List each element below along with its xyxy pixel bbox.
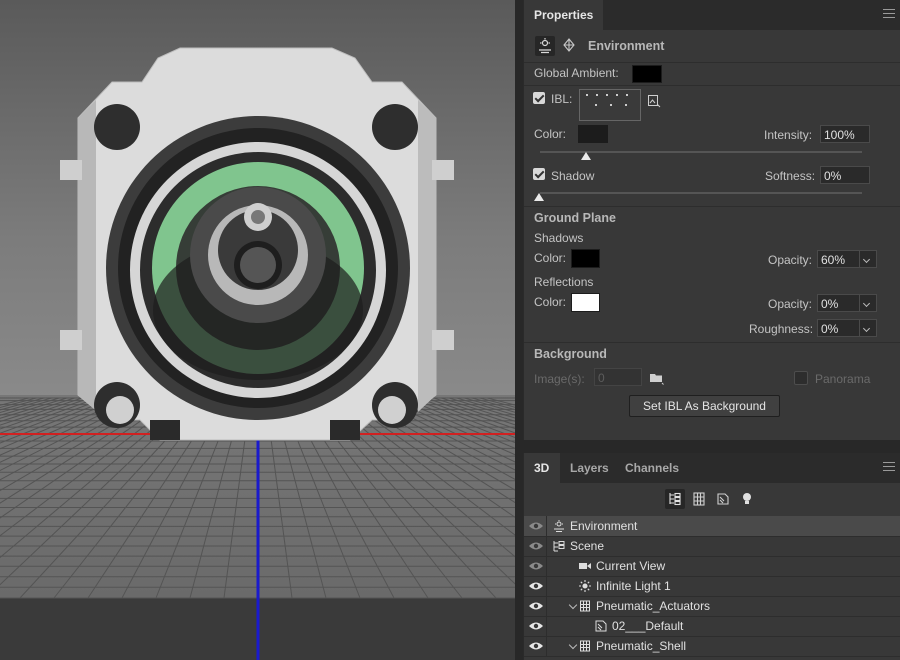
scene-tool-icon[interactable]	[559, 36, 579, 56]
set-ibl-as-background-button[interactable]: Set IBL As Background	[629, 395, 780, 417]
layer-name: Scene	[570, 539, 605, 553]
visibility-eye-icon[interactable]	[527, 636, 545, 656]
visibility-eye-icon[interactable]	[527, 536, 545, 556]
roughness-value: 0%	[821, 322, 839, 336]
ibl-label: IBL:	[551, 92, 573, 106]
panel-divider[interactable]	[515, 0, 523, 660]
panorama-label: Panorama	[815, 372, 871, 386]
pneumatic-actuator-model	[60, 47, 454, 441]
layer-row[interactable]: Scene	[524, 536, 900, 557]
softness-input[interactable]: 0%	[820, 166, 870, 184]
reflections-opacity-value: 0%	[821, 297, 839, 311]
properties-panel: Properties Environment Global Ambient: I…	[523, 0, 900, 440]
chevron-down-icon[interactable]	[859, 320, 876, 336]
shadows-color-swatch[interactable]	[571, 249, 600, 268]
reflections-opacity-combo[interactable]: 0%	[817, 294, 877, 312]
shadow-checkbox[interactable]	[533, 168, 545, 180]
meshes-filter-icon[interactable]	[689, 489, 709, 509]
camera-icon	[578, 559, 592, 573]
global-ambient-swatch[interactable]	[632, 65, 662, 83]
reflections-color-label: Color:	[534, 295, 567, 309]
shadows-color-label: Color:	[534, 251, 567, 265]
intensity-input[interactable]: 100%	[820, 125, 870, 143]
ibl-preview[interactable]	[579, 89, 641, 121]
shadows-opacity-label: Opacity:	[768, 253, 813, 267]
panorama-checkbox[interactable]	[794, 371, 808, 385]
reflections-color-swatch[interactable]	[571, 293, 600, 312]
expand-chevron-icon[interactable]	[568, 600, 578, 610]
mesh-icon	[578, 639, 592, 653]
images-label: Image(s):	[534, 372, 585, 386]
expand-chevron-icon[interactable]	[568, 640, 578, 650]
ibl-color-label: Color:	[534, 127, 567, 141]
tab-channels[interactable]: Channels	[615, 453, 689, 483]
panel-menu-icon[interactable]	[883, 462, 895, 472]
shadows-opacity-value: 60%	[821, 253, 846, 267]
ibl-color-swatch[interactable]	[578, 125, 608, 143]
layer-name: Environment	[570, 519, 638, 533]
tab-properties[interactable]: Properties	[524, 0, 604, 30]
ibl-checkbox[interactable]	[533, 92, 545, 104]
intensity-slider-thumb[interactable]	[581, 152, 591, 160]
tab-layers[interactable]: Layers	[560, 453, 619, 483]
shadows-opacity-combo[interactable]: 60%	[817, 250, 877, 268]
visibility-eye-icon[interactable]	[527, 516, 545, 536]
chevron-down-icon[interactable]	[859, 295, 876, 311]
ibl-browse-icon[interactable]	[647, 94, 661, 108]
layer-row[interactable]: Pneumatic_Shell	[524, 636, 900, 657]
environment-icon	[552, 519, 566, 533]
reflections-label: Reflections	[534, 275, 594, 289]
layer-row[interactable]: 02___Default	[524, 616, 900, 637]
chevron-down-icon[interactable]	[859, 251, 876, 267]
softness-slider-thumb[interactable]	[534, 193, 544, 201]
shadow-label: Shadow	[551, 169, 595, 183]
reflections-opacity-label: Opacity:	[768, 297, 813, 311]
environment-tool-icon[interactable]	[535, 36, 555, 56]
layer-name: Pneumatic_Shell	[596, 639, 687, 653]
layer-name: Pneumatic_Actuators	[596, 599, 711, 613]
layer-name: 02___Default	[612, 619, 684, 633]
layer-row[interactable]: Infinite Light 1	[524, 576, 900, 597]
3d-viewport[interactable]	[0, 0, 515, 660]
layer-row[interactable]: Current View	[524, 556, 900, 577]
shadows-label: Shadows	[534, 231, 584, 245]
panel-menu-icon[interactable]	[883, 9, 895, 19]
softness-slider[interactable]	[540, 192, 862, 194]
whole-scene-filter-icon[interactable]	[665, 489, 685, 509]
ground-plane-title: Ground Plane	[534, 211, 616, 225]
3d-panel: 3D Layers Channels Environment Scene Curre…	[523, 453, 900, 660]
materials-filter-icon[interactable]	[713, 489, 733, 509]
section-title: Environment	[588, 39, 665, 53]
global-ambient-label: Global Ambient:	[534, 66, 619, 80]
background-title: Background	[534, 347, 607, 361]
visibility-eye-icon[interactable]	[527, 616, 545, 636]
intensity-label: Intensity:	[764, 128, 813, 142]
images-input[interactable]: 0	[594, 368, 642, 386]
visibility-eye-icon[interactable]	[527, 556, 545, 576]
properties-tabbar: Properties	[524, 0, 900, 30]
layer-row[interactable]: Environment	[524, 516, 900, 537]
mesh-icon	[578, 599, 592, 613]
material-icon	[594, 619, 608, 633]
visibility-eye-icon[interactable]	[527, 596, 545, 616]
lights-filter-icon[interactable]	[737, 489, 757, 509]
scene-icon	[552, 539, 566, 553]
layer-row[interactable]: Pneumatic_Actuators	[524, 596, 900, 617]
folder-icon[interactable]	[649, 371, 665, 385]
3d-tabbar: 3D Layers Channels	[524, 453, 900, 483]
tab-3d[interactable]: 3D	[524, 453, 560, 483]
3d-render	[0, 0, 515, 660]
roughness-label: Roughness:	[749, 322, 814, 336]
layer-name: Current View	[596, 559, 666, 573]
visibility-eye-icon[interactable]	[527, 576, 545, 596]
light-icon	[578, 579, 592, 593]
softness-label: Softness:	[765, 169, 816, 183]
layer-name: Infinite Light 1	[596, 579, 671, 593]
roughness-combo[interactable]: 0%	[817, 319, 877, 337]
